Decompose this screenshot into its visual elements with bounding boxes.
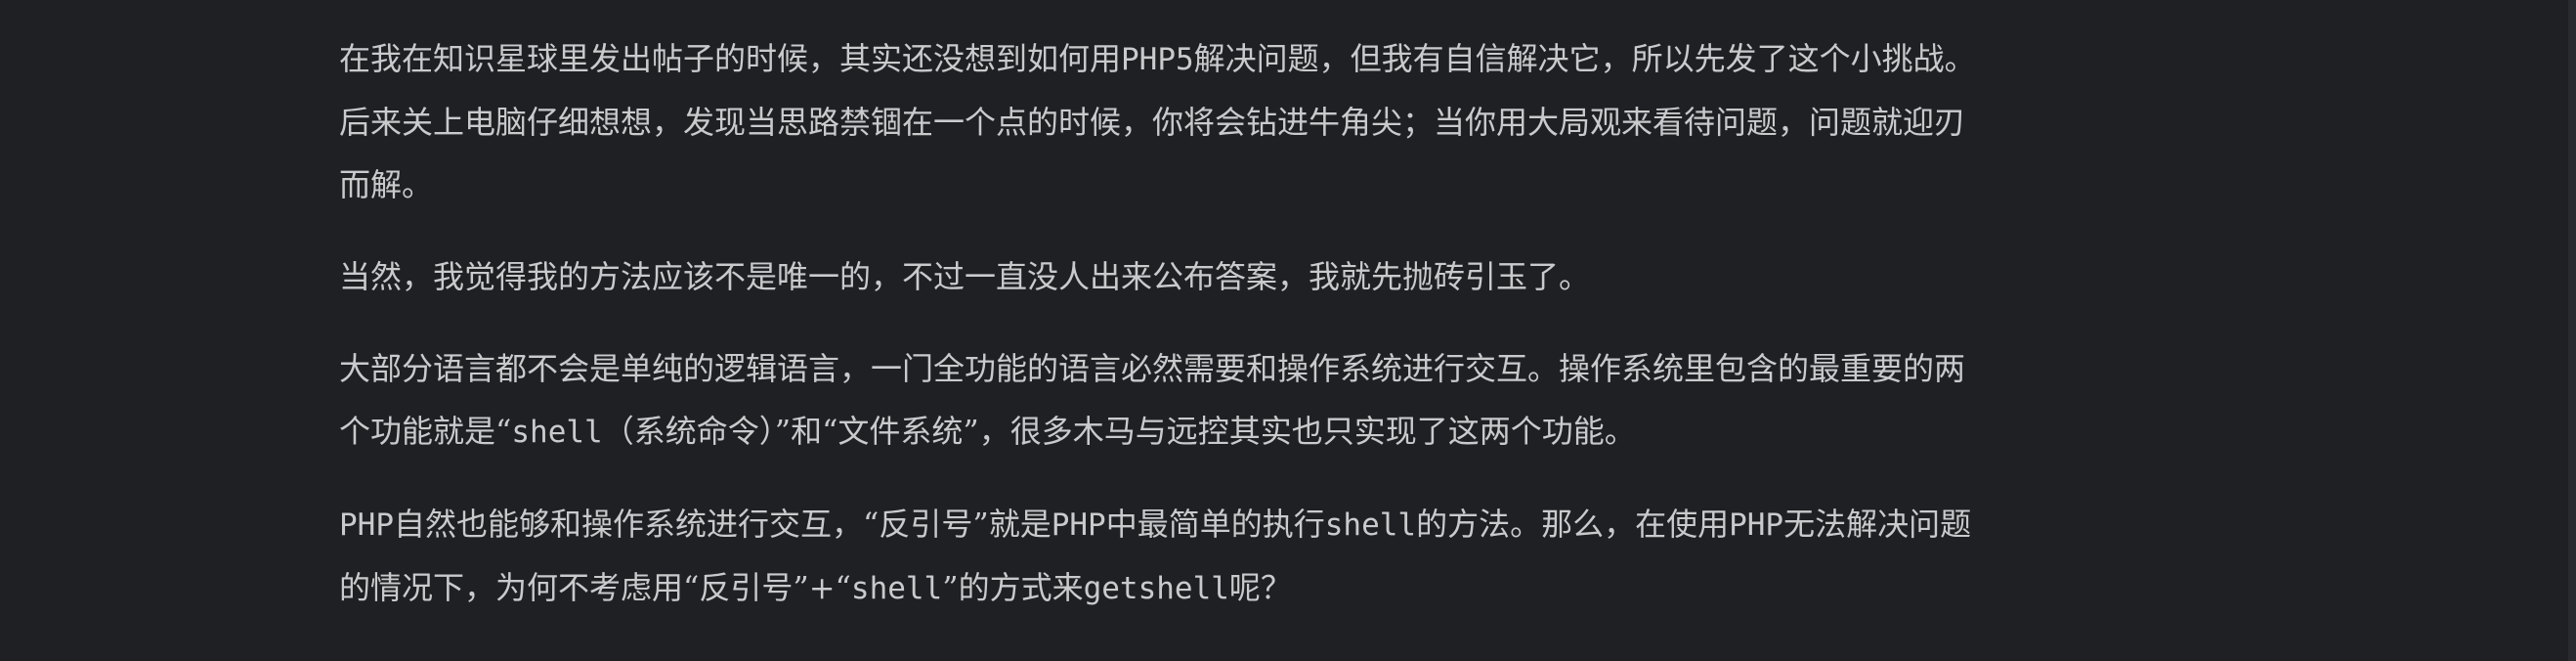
text-run: ”的方式来	[942, 569, 1084, 606]
paragraph: 当然，我觉得我的方法应该不是唯一的，不过一直没人出来公布答案，我就先抛砖引玉了。	[339, 245, 2030, 308]
text-line: 后来关上电脑仔细想想，发现当思路禁锢在一个点的时候，你将会钻进牛角尖；当你用大局…	[339, 91, 2030, 154]
code-term: PHP	[1051, 507, 1106, 543]
text-run: 呢？	[1228, 569, 1292, 606]
text-line: 在我在知识星球里发出帖子的时候，其实还没想到如何用PHP5解决问题，但我有自信解…	[339, 27, 2030, 91]
code-term: PHP5	[1121, 42, 1194, 77]
text-line: 而解。	[339, 154, 2030, 216]
paragraph: 大部分语言都不会是单纯的逻辑语言，一门全功能的语言必然需要和操作系统进行交互。操…	[339, 337, 2030, 463]
text-run: 而解。	[339, 166, 434, 203]
text-run: 无法解决问题	[1783, 506, 1972, 543]
code-term: shell	[850, 571, 943, 606]
code-term: getshell	[1083, 571, 1229, 606]
text-run: 后来关上电脑仔细想想，发现当思路禁锢在一个点的时候，你将会钻进牛角尖；当你用大局…	[339, 104, 1966, 141]
scrollbar-track[interactable]	[2568, 0, 2576, 661]
code-term: PHP	[339, 507, 394, 543]
text-run: 个功能就是“	[339, 413, 512, 450]
text-run: 自然也能够和操作系统进行交互，“反引号”就是	[394, 506, 1052, 543]
text-run: （系统命令）”和“文件系统”，很多木马与远控其实也只实现了这两个功能。	[602, 413, 1636, 450]
code-term: shell	[511, 415, 603, 450]
page: 在我在知识星球里发出帖子的时候，其实还没想到如何用PHP5解决问题，但我有自信解…	[0, 0, 2576, 661]
text-run: 在我在知识星球里发出帖子的时候，其实还没想到如何用	[339, 40, 1122, 77]
text-run: 的情况下，为何不考虑用“反引号”+“	[339, 569, 851, 606]
text-line: PHP自然也能够和操作系统进行交互，“反引号”就是PHP中最简单的执行shell…	[339, 493, 2030, 556]
code-term: PHP	[1729, 507, 1784, 543]
code-term: shell	[1324, 507, 1417, 543]
text-run: 的方法。那么，在使用	[1416, 506, 1730, 543]
text-line: 当然，我觉得我的方法应该不是唯一的，不过一直没人出来公布答案，我就先抛砖引玉了。	[339, 245, 2030, 308]
text-line: 个功能就是“shell（系统命令）”和“文件系统”，很多木马与远控其实也只实现了…	[339, 400, 2030, 463]
paragraph: PHP自然也能够和操作系统进行交互，“反引号”就是PHP中最简单的执行shell…	[339, 493, 2030, 620]
text-line: 大部分语言都不会是单纯的逻辑语言，一门全功能的语言必然需要和操作系统进行交互。操…	[339, 337, 2030, 400]
paragraph: 在我在知识星球里发出帖子的时候，其实还没想到如何用PHP5解决问题，但我有自信解…	[339, 27, 2030, 216]
text-run: 解决问题，但我有自信解决它，所以先发了这个小挑战。	[1193, 40, 1976, 77]
text-run: 中最简单的执行	[1105, 506, 1325, 543]
text-line: 的情况下，为何不考虑用“反引号”+“shell”的方式来getshell呢？	[339, 556, 2030, 620]
text-run: 大部分语言都不会是单纯的逻辑语言，一门全功能的语言必然需要和操作系统进行交互。操…	[339, 350, 1966, 387]
article-body: 在我在知识星球里发出帖子的时候，其实还没想到如何用PHP5解决问题，但我有自信解…	[339, 27, 2030, 620]
text-run: 当然，我觉得我的方法应该不是唯一的，不过一直没人出来公布答案，我就先抛砖引玉了。	[339, 258, 1591, 295]
